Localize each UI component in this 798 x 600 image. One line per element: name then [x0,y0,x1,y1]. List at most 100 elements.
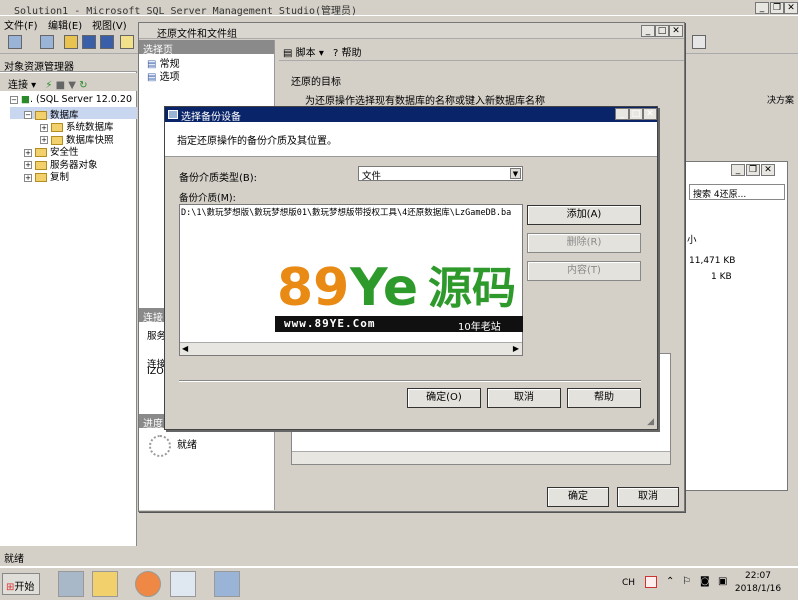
system-clock[interactable]: 22:07 2018/1/16 [728,570,788,596]
file-size: 11,471 KB [689,256,736,266]
dialog-cancel-button[interactable]: 取消 [487,388,561,408]
disconnect-icon[interactable]: ■ [56,80,65,91]
restore-cancel-button[interactable]: 取消 [617,487,679,507]
media-type-value: 文件 [362,171,382,182]
network-icon[interactable]: ⚐ [682,576,691,587]
object-explorer-title: 对象资源管理器 [4,62,74,73]
media-type-label: 备份介质类型(B): [179,173,258,184]
minimize-button[interactable]: _ [615,108,629,120]
restore-button[interactable]: ❐ [746,164,760,176]
close-button[interactable]: ✕ [669,25,683,37]
dialog-help-button[interactable]: 帮助 [567,388,641,408]
tree-node-snapshots[interactable]: + 数据库快照 [10,132,137,146]
dialog-description-area: 指定还原操作的备份介质及其位置。 [165,122,657,157]
add-button[interactable]: 添加(A) [527,205,641,225]
sql-tool-icon[interactable] [170,571,196,597]
page-icon: ▤ [147,72,160,83]
tree-node-server-objects[interactable]: + 服务器对象 [10,157,137,171]
connection-user: IZO [147,366,164,377]
ssms-icon[interactable] [214,571,240,597]
collapse-icon[interactable]: − [10,95,18,104]
size-column-header[interactable]: 小 [687,232,697,246]
tree-node-security[interactable]: + 安全性 [10,144,137,158]
refresh-icon[interactable]: ↻ [79,80,87,91]
object-explorer-header: 对象资源管理器 [0,56,137,73]
horizontal-scrollbar[interactable]: ◀ ▶ [180,342,522,355]
help-button[interactable]: 帮助 [342,48,362,59]
watermark-src: 源码 [428,263,516,314]
progress-spinner-icon [149,435,171,457]
window-title: Solution1 - Microsoft SQL Server Managem… [14,6,358,17]
expand-icon[interactable]: + [40,136,48,144]
help-icon[interactable]: ? [333,48,338,59]
save-all-icon[interactable] [100,35,114,49]
app-color-icon[interactable] [135,571,161,597]
search-box[interactable]: 搜索 4还原... [689,184,785,200]
grid-scrollbar[interactable] [292,451,670,464]
expand-icon[interactable]: + [24,173,32,182]
close-button[interactable]: ✕ [643,108,657,120]
resize-grip-icon[interactable]: ◢ [647,417,654,427]
report-icon[interactable] [120,35,134,49]
target-heading: 还原的目标 [291,77,341,88]
language-indicator[interactable]: CH [622,578,635,588]
new-project-icon[interactable] [40,35,54,49]
tray-arrow-icon[interactable]: ⌃ [666,576,674,587]
restore-toolbar: ▤ 脚本 ▾ ? 帮助 [279,41,684,61]
taskbar: ⊞开始 CH ⌃ ⚐ ◙ ▣ 22:07 2018/1/16 [0,566,798,600]
script-button[interactable]: 脚本 [296,48,316,59]
start-button[interactable]: ⊞开始 [2,573,40,595]
tool-icon[interactable] [692,35,706,49]
minimize-button[interactable]: _ [731,164,745,176]
open-file-icon[interactable] [64,35,78,49]
media-list-item[interactable]: D:\1\數玩梦想版\數玩梦想版01\數玩梦想版带授权工具\4还原数据库\LzG… [181,206,521,218]
scroll-right-icon[interactable]: ▶ [513,344,519,353]
connect-button[interactable]: 连接 [8,80,28,91]
chevron-down-icon[interactable]: ▾ [316,48,324,59]
watermark-url: www.89YE.Com [284,317,376,330]
tree-node-server[interactable]: − ■. (SQL Server 12.0.20 [10,94,137,107]
restore-button[interactable]: ❐ [770,2,784,14]
expand-icon[interactable]: + [24,161,32,169]
target-description: 为还原操作选择现有数据库的名称或键入新数据库名称 [305,96,545,107]
new-query-icon[interactable] [8,35,22,49]
maximize-button[interactable]: □ [655,25,669,37]
connect-icon[interactable]: ⚡ [45,80,52,91]
status-text: 就绪 [4,554,24,565]
script-icon[interactable]: ▤ [283,48,292,59]
server-manager-icon[interactable] [58,571,84,597]
restore-ok-button[interactable]: 确定 [547,487,609,507]
maximize-button[interactable]: □ [629,108,643,120]
collapse-icon[interactable]: − [24,111,32,119]
explorer-icon[interactable] [92,571,118,597]
remove-button[interactable]: 删除(R) [527,233,641,253]
page-general[interactable]: ▤ 常规 [139,54,274,70]
volume-icon[interactable]: ◙ [700,576,710,587]
restore-title-bar: 还原文件和文件组 _ □ ✕ [139,23,684,40]
tree-node-system-dbs[interactable]: + 系统数据库 [10,119,137,133]
chevron-down-icon[interactable]: ▾ [28,80,36,91]
save-icon[interactable] [82,35,96,49]
close-button[interactable]: ✕ [761,164,775,176]
dialog-ok-button[interactable]: 确定(O) [407,388,481,408]
watermark-tagline: 10年老站 [458,322,501,333]
scroll-left-icon[interactable]: ◀ [182,344,188,353]
close-button[interactable]: ✕ [784,2,798,14]
tree-node-databases[interactable]: − 数据库 [10,106,137,121]
object-tree: − ■. (SQL Server 12.0.20 − 数据库 + 系统数据库 + 数据库… [10,94,137,183]
expand-icon[interactable]: + [40,123,48,132]
ime-icon[interactable] [645,576,657,588]
clock-date: 2018/1/16 [734,584,782,594]
expand-icon[interactable]: + [24,148,32,157]
dialog-separator [179,380,641,382]
filter-icon[interactable]: ▼ [68,80,76,91]
page-options[interactable]: ▤ 选项 [139,67,274,83]
minimize-button[interactable]: _ [641,25,655,37]
restore-title: 还原文件和文件组 [157,29,237,40]
media-type-select[interactable]: 文件 ▼ [358,166,523,182]
contents-button[interactable]: 内容(T) [527,261,641,281]
tree-node-replication[interactable]: + 复制 [10,169,137,183]
chevron-down-icon[interactable]: ▼ [510,168,521,179]
minimize-button[interactable]: _ [755,2,769,14]
action-center-icon[interactable]: ▣ [718,576,727,587]
